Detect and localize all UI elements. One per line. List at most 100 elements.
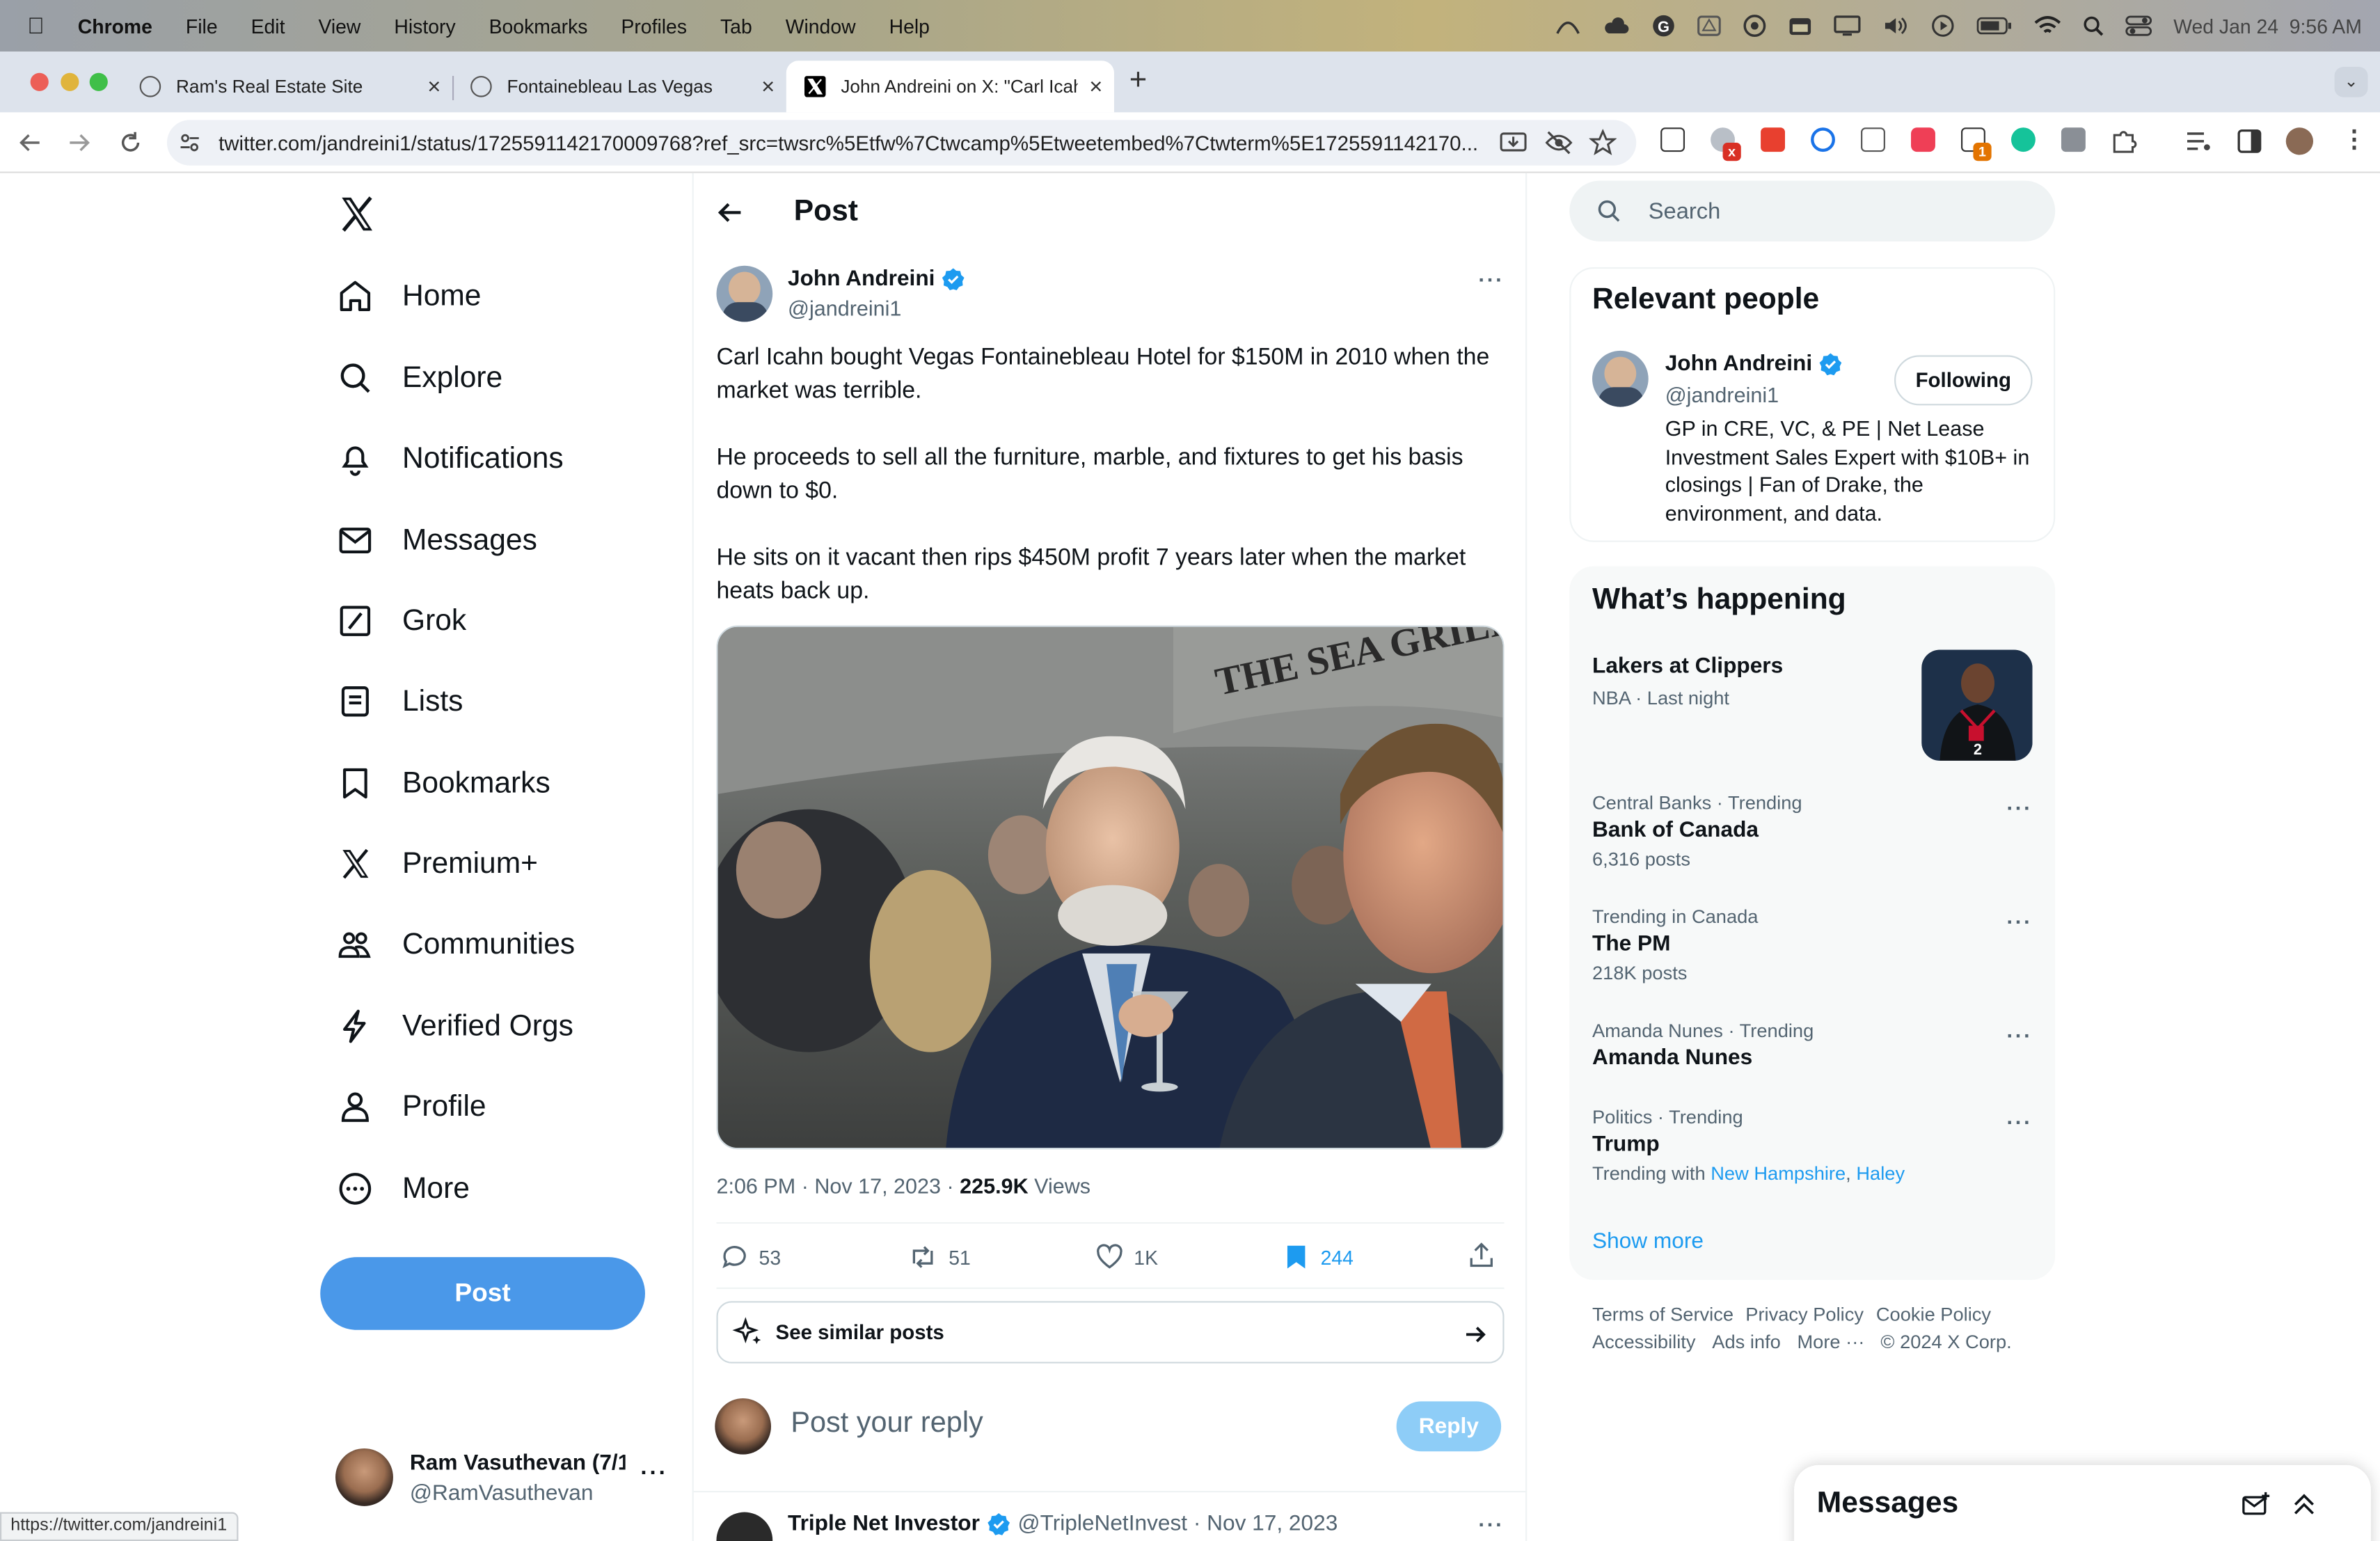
reply-more-icon[interactable]: ··· bbox=[1478, 1512, 1504, 1537]
menu-bookmarks[interactable]: Bookmarks bbox=[489, 15, 588, 38]
menubar-clock[interactable]: Wed Jan 24 9:56 AM bbox=[2173, 15, 2362, 38]
trash-extension-icon[interactable] bbox=[1861, 127, 1885, 152]
tab-fontainebleau[interactable]: Fontainebleau Las Vegas × bbox=[452, 61, 786, 112]
extension-1-icon[interactable] bbox=[1660, 127, 1685, 152]
install-app-icon[interactable] bbox=[1500, 129, 1527, 156]
calendar-status-icon[interactable] bbox=[1788, 15, 1812, 37]
nav-premium[interactable]: Premium+ bbox=[337, 834, 538, 894]
trend-item-the-pm[interactable]: Trending in Canada The PM 218K posts bbox=[1592, 906, 1758, 983]
trend-more-icon[interactable]: ··· bbox=[2006, 796, 2032, 820]
puzzle-extensions-icon[interactable] bbox=[2110, 127, 2137, 155]
footer-more-link[interactable]: More ··· bbox=[1797, 1331, 1864, 1353]
tweet-author-name[interactable]: John Andreini bbox=[788, 267, 965, 292]
minimize-window-button[interactable] bbox=[61, 72, 79, 91]
reload-icon[interactable] bbox=[118, 131, 143, 155]
tweet-author-avatar[interactable] bbox=[716, 265, 773, 322]
wifi-icon[interactable] bbox=[2034, 15, 2061, 37]
play-icon[interactable] bbox=[1930, 14, 1955, 38]
reply-date[interactable]: · Nov 17, 2023 bbox=[1193, 1512, 1338, 1537]
trend-featured-image[interactable]: 2 bbox=[1921, 649, 2033, 761]
menu-history[interactable]: History bbox=[394, 15, 455, 38]
chevrons-up-icon[interactable] bbox=[2289, 1489, 2319, 1520]
close-tab-icon[interactable]: × bbox=[749, 74, 786, 100]
eye-slash-icon[interactable] bbox=[1545, 129, 1573, 156]
tab-rams-real-estate[interactable]: Ram's Real Estate Site × bbox=[121, 61, 454, 112]
battery-icon[interactable] bbox=[1976, 17, 2013, 35]
control-center-icon[interactable] bbox=[2125, 15, 2152, 37]
menu-window[interactable]: Window bbox=[786, 15, 856, 38]
drive-icon[interactable] bbox=[1697, 15, 1721, 37]
menu-tab[interactable]: Tab bbox=[720, 15, 752, 38]
nav-lists[interactable]: Lists bbox=[337, 671, 463, 732]
nav-messages[interactable]: Messages bbox=[337, 510, 537, 571]
trend-more-icon[interactable]: ··· bbox=[2006, 1110, 2032, 1135]
like-action[interactable]: 1K bbox=[1095, 1242, 1158, 1272]
nav-profile[interactable]: Profile bbox=[337, 1077, 486, 1137]
url-text[interactable]: twitter.com/jandreini1/status/1725591142… bbox=[219, 132, 1478, 155]
tab-search-chevron-icon[interactable]: ⌄ bbox=[2334, 66, 2368, 97]
privacy-link[interactable]: Privacy Policy bbox=[1745, 1304, 1864, 1326]
close-tab-icon[interactable]: × bbox=[416, 74, 452, 100]
menu-file[interactable]: File bbox=[186, 15, 218, 38]
trend-item-amanda-nunes[interactable]: Amanda Nunes · Trending Amanda Nunes bbox=[1592, 1020, 1814, 1070]
pocket-extension-icon[interactable] bbox=[1911, 127, 1935, 152]
display-icon[interactable] bbox=[1834, 15, 1861, 37]
extension-3-icon[interactable] bbox=[1761, 127, 1785, 152]
retweet-action[interactable]: 51 bbox=[906, 1242, 971, 1272]
grammarly-extension-icon[interactable] bbox=[2010, 127, 2036, 152]
tweet-photo[interactable]: THE SEA GRILL bbox=[716, 625, 1505, 1150]
close-tab-icon[interactable]: × bbox=[1078, 74, 1114, 100]
nav-verified-orgs[interactable]: Verified Orgs bbox=[337, 996, 573, 1057]
menu-profiles[interactable]: Profiles bbox=[621, 15, 687, 38]
status-icon-1[interactable] bbox=[1554, 15, 1581, 37]
relevant-person-name[interactable]: John Andreini bbox=[1665, 352, 1843, 377]
side-panel-icon[interactable] bbox=[2237, 129, 2262, 153]
trend-link-haley[interactable]: Haley bbox=[1856, 1163, 1905, 1185]
trend-link-new-hampshire[interactable]: New Hampshire bbox=[1711, 1163, 1846, 1185]
menu-help[interactable]: Help bbox=[889, 15, 930, 38]
accessibility-link[interactable]: Accessibility bbox=[1592, 1331, 1695, 1353]
address-bar[interactable]: twitter.com/jandreini1/status/1725591142… bbox=[166, 120, 1637, 166]
profile-avatar-icon[interactable] bbox=[2285, 127, 2314, 155]
relevant-person-avatar[interactable] bbox=[1592, 350, 1649, 407]
account-name[interactable]: Ram Vasuthevan (7/1( bbox=[410, 1451, 626, 1476]
account-handle[interactable]: @RamVasuthevan bbox=[410, 1482, 594, 1506]
back-arrow-icon[interactable] bbox=[716, 199, 743, 226]
media-queue-icon[interactable] bbox=[2186, 129, 2213, 153]
new-message-icon[interactable] bbox=[2240, 1491, 2271, 1522]
cloud-icon[interactable] bbox=[1603, 15, 1630, 37]
extension-9-icon[interactable] bbox=[2061, 127, 2086, 152]
trend-item-trump[interactable]: Politics · Trending Trump Trending with … bbox=[1592, 1107, 1905, 1184]
nav-bookmarks[interactable]: Bookmarks bbox=[337, 753, 550, 814]
tweet-more-icon[interactable]: ··· bbox=[1478, 267, 1504, 292]
cookie-link[interactable]: Cookie Policy bbox=[1876, 1304, 1991, 1326]
extension-4-icon[interactable] bbox=[1811, 127, 1835, 152]
trend-item-bank-of-canada[interactable]: Central Banks · Trending 6,316 posts Ban… bbox=[1592, 793, 1802, 870]
trend-more-icon[interactable]: ··· bbox=[2006, 1023, 2032, 1048]
menu-app-name[interactable]: Chrome bbox=[78, 15, 152, 38]
spotlight-search-icon[interactable] bbox=[2082, 15, 2104, 37]
grammarly-icon[interactable]: G bbox=[1651, 14, 1676, 38]
relevant-person-handle[interactable]: @jandreini1 bbox=[1665, 383, 1779, 407]
reply-author-handle[interactable]: @TripleNetInvest bbox=[1017, 1512, 1187, 1537]
nav-notifications[interactable]: Notifications bbox=[337, 428, 564, 489]
account-more-icon[interactable]: ··· bbox=[640, 1460, 667, 1486]
site-settings-icon[interactable] bbox=[179, 132, 200, 154]
show-more-link[interactable]: Show more bbox=[1592, 1230, 1704, 1254]
reply-action[interactable]: 53 bbox=[720, 1242, 781, 1272]
x-logo-icon[interactable] bbox=[337, 194, 376, 234]
volume-icon[interactable] bbox=[1882, 15, 1909, 37]
bookmark-star-icon[interactable] bbox=[1589, 129, 1617, 156]
account-avatar[interactable] bbox=[335, 1448, 393, 1506]
tweet-timestamp[interactable]: 2:06 PM · Nov 17, 2023 · bbox=[716, 1173, 960, 1198]
nav-explore[interactable]: Explore bbox=[337, 348, 502, 409]
terms-link[interactable]: Terms of Service bbox=[1592, 1304, 1734, 1326]
reply-button[interactable]: Reply bbox=[1396, 1401, 1502, 1452]
forward-arrow-icon[interactable] bbox=[67, 131, 91, 155]
menu-view[interactable]: View bbox=[318, 15, 360, 38]
messages-drawer[interactable]: Messages bbox=[1794, 1464, 2371, 1541]
close-window-button[interactable] bbox=[30, 72, 49, 91]
new-tab-plus-icon[interactable]: + bbox=[1129, 64, 1147, 99]
reply-author-name[interactable]: Triple Net Investor bbox=[788, 1512, 980, 1537]
nav-home[interactable]: Home bbox=[337, 266, 481, 326]
